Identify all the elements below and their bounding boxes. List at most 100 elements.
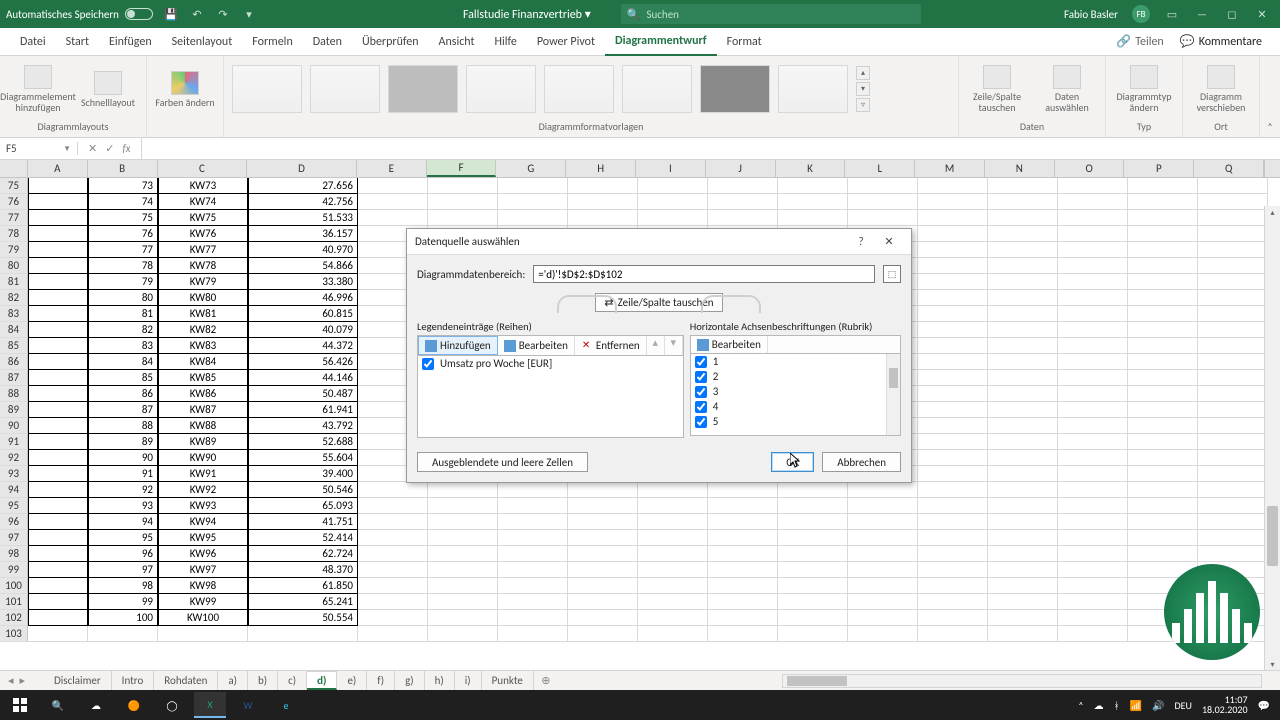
cell[interactable] — [778, 210, 848, 226]
column-header[interactable]: E — [357, 160, 427, 177]
cell[interactable] — [88, 626, 158, 642]
cell[interactable] — [848, 594, 918, 610]
cell[interactable] — [358, 498, 428, 514]
cell[interactable] — [28, 274, 88, 290]
cell[interactable] — [428, 610, 498, 626]
word-task-icon[interactable]: W — [232, 692, 264, 718]
cell[interactable] — [848, 514, 918, 530]
row-header[interactable]: 79 — [0, 242, 28, 258]
cell[interactable] — [848, 578, 918, 594]
cell[interactable] — [498, 562, 568, 578]
volume-tray-icon[interactable]: 🔊 — [1152, 699, 1164, 712]
cell[interactable] — [778, 546, 848, 562]
cell[interactable] — [568, 594, 638, 610]
tab-power pivot[interactable]: Power Pivot — [527, 28, 605, 56]
add-series-button[interactable]: Hinzufügen — [418, 336, 498, 355]
column-header[interactable]: H — [566, 160, 636, 177]
cell[interactable]: 61.941 — [248, 402, 358, 418]
cell[interactable] — [918, 354, 988, 370]
cell[interactable] — [1058, 450, 1128, 466]
cell[interactable] — [28, 178, 88, 194]
cell[interactable] — [1058, 578, 1128, 594]
cell[interactable] — [918, 498, 988, 514]
sheet-next-icon[interactable]: ▸ — [20, 674, 26, 687]
series-listbox[interactable]: Umsatz pro Woche [EUR] — [417, 356, 684, 438]
cell[interactable]: KW78 — [158, 258, 248, 274]
cell[interactable] — [918, 386, 988, 402]
cell[interactable] — [28, 226, 88, 242]
maximize-icon[interactable]: ◻ — [1224, 6, 1240, 22]
column-header[interactable]: I — [636, 160, 706, 177]
ribbon-mode-icon[interactable]: ▭ — [1164, 6, 1180, 22]
style-thumb[interactable] — [544, 65, 614, 113]
name-box[interactable]: F5▼ — [0, 142, 78, 155]
cell[interactable] — [1198, 402, 1268, 418]
style-thumb[interactable] — [310, 65, 380, 113]
cell[interactable] — [1058, 274, 1128, 290]
row-header[interactable]: 80 — [0, 258, 28, 274]
cell[interactable]: KW83 — [158, 338, 248, 354]
start-button[interactable] — [4, 692, 36, 718]
avatar[interactable]: FB — [1132, 5, 1150, 23]
tab-ansicht[interactable]: Ansicht — [429, 28, 485, 56]
task-app-icon[interactable]: ☁ — [80, 692, 112, 718]
cell[interactable]: 98 — [88, 578, 158, 594]
cell[interactable] — [248, 626, 358, 642]
cell[interactable] — [498, 610, 568, 626]
row-header[interactable]: 101 — [0, 594, 28, 610]
cell[interactable]: 78 — [88, 258, 158, 274]
cell[interactable]: 89 — [88, 434, 158, 450]
cell[interactable]: KW88 — [158, 418, 248, 434]
row-header[interactable]: 77 — [0, 210, 28, 226]
cell[interactable] — [918, 178, 988, 194]
cell[interactable]: KW81 — [158, 306, 248, 322]
cell[interactable] — [1198, 242, 1268, 258]
ok-button[interactable]: OK — [771, 452, 814, 472]
scroll-up-icon[interactable]: ▴ — [1265, 206, 1280, 220]
cell[interactable]: KW86 — [158, 386, 248, 402]
sheet-tab[interactable]: Rohdaten — [154, 671, 218, 690]
row-header[interactable]: 94 — [0, 482, 28, 498]
cell[interactable] — [1058, 546, 1128, 562]
cell[interactable] — [1058, 466, 1128, 482]
cancel-button[interactable]: Abbrechen — [822, 452, 901, 472]
cell[interactable] — [988, 386, 1058, 402]
style-thumb[interactable] — [466, 65, 536, 113]
cell[interactable] — [1128, 434, 1198, 450]
cell[interactable] — [988, 402, 1058, 418]
cell[interactable] — [1198, 178, 1268, 194]
cell[interactable]: 74 — [88, 194, 158, 210]
row-header[interactable]: 88 — [0, 386, 28, 402]
cell[interactable] — [358, 594, 428, 610]
autosave-toggle[interactable]: Automatisches Speichern — [6, 8, 153, 21]
cell[interactable]: KW98 — [158, 578, 248, 594]
cell[interactable] — [778, 498, 848, 514]
cell[interactable] — [918, 242, 988, 258]
edge-task-icon[interactable]: e — [270, 692, 302, 718]
cell[interactable] — [988, 178, 1058, 194]
cell[interactable] — [568, 210, 638, 226]
cell[interactable] — [28, 386, 88, 402]
cancel-entry-icon[interactable]: ✕ — [88, 142, 97, 155]
style-thumb[interactable] — [622, 65, 692, 113]
cell[interactable] — [1128, 450, 1198, 466]
cell[interactable]: KW87 — [158, 402, 248, 418]
category-checkbox[interactable] — [695, 386, 707, 398]
cell[interactable]: KW74 — [158, 194, 248, 210]
cell[interactable] — [988, 210, 1058, 226]
cell[interactable] — [1128, 530, 1198, 546]
cell[interactable] — [918, 290, 988, 306]
cell[interactable] — [1058, 322, 1128, 338]
cell[interactable] — [708, 626, 778, 642]
row-header[interactable]: 102 — [0, 610, 28, 626]
cell[interactable] — [708, 578, 778, 594]
cell[interactable] — [988, 194, 1058, 210]
cell[interactable] — [28, 306, 88, 322]
cell[interactable] — [988, 354, 1058, 370]
change-chart-type-button[interactable]: Diagrammtyp ändern — [1114, 65, 1174, 113]
cell[interactable]: KW80 — [158, 290, 248, 306]
cell[interactable]: 41.751 — [248, 514, 358, 530]
cell[interactable] — [988, 322, 1058, 338]
cell[interactable] — [1128, 258, 1198, 274]
cell[interactable]: KW90 — [158, 450, 248, 466]
